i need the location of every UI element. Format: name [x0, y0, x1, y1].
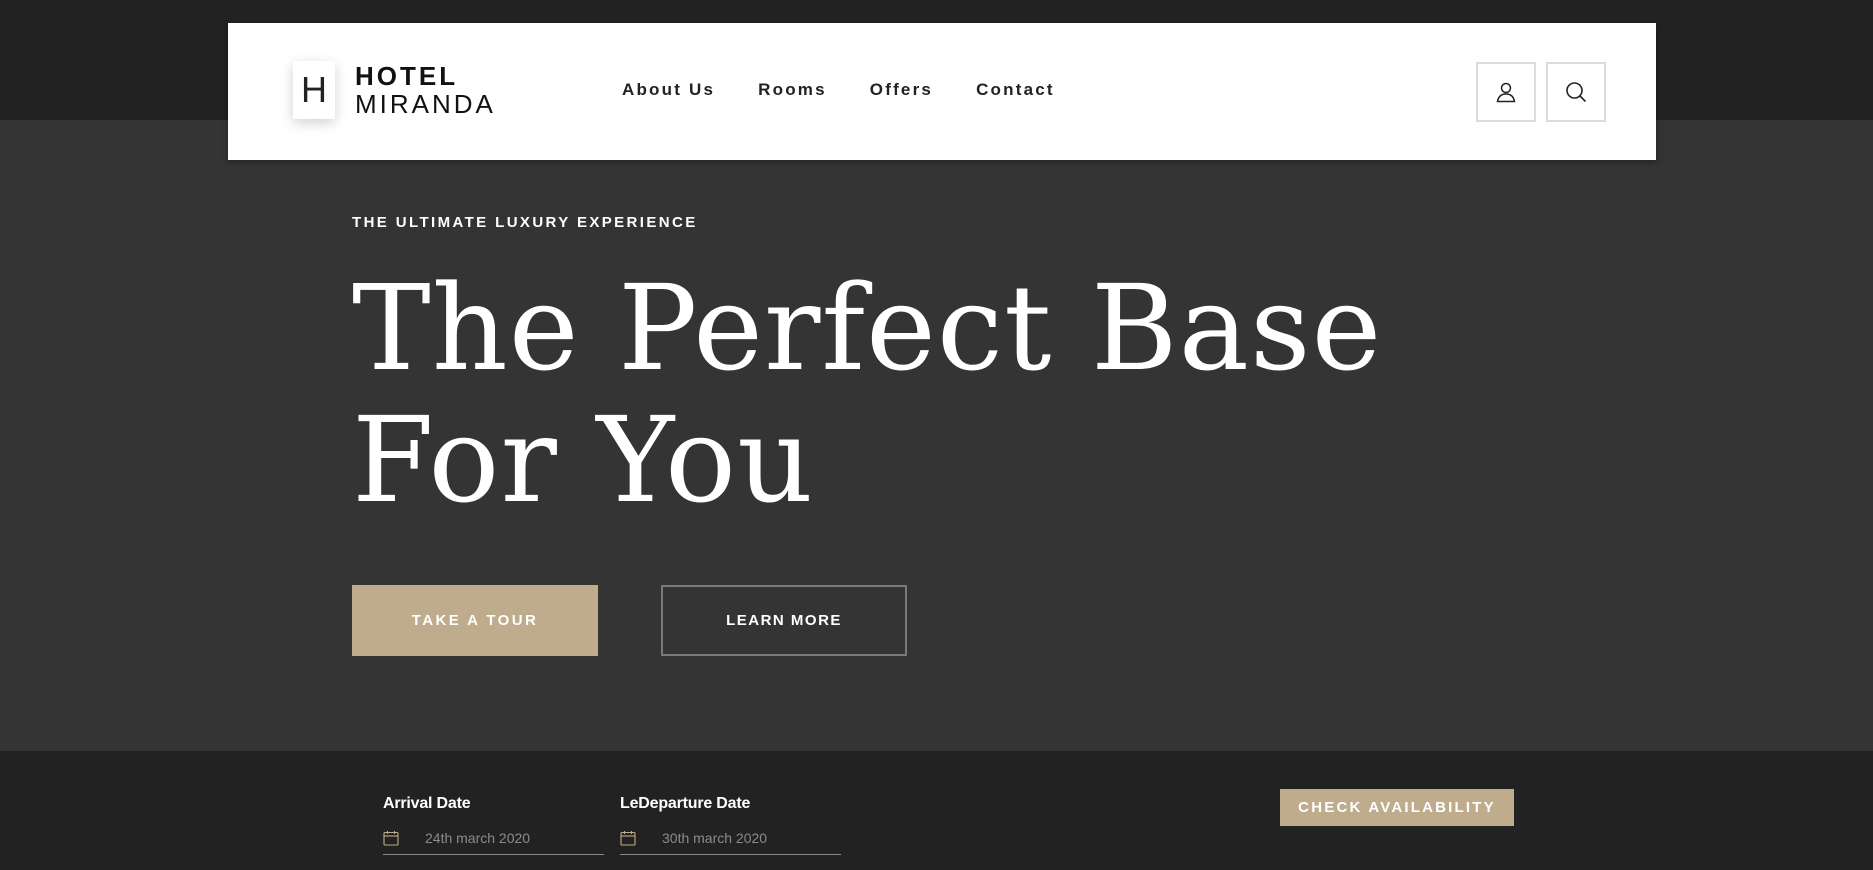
logo-line-miranda: MIRANDA [355, 89, 496, 119]
departure-date-field: LeDeparture Date [620, 795, 841, 855]
main-nav: About Us Rooms Offers Contact [622, 80, 1055, 100]
nav-about-us[interactable]: About Us [622, 80, 715, 100]
calendar-icon [620, 830, 636, 846]
logo-line-hotel: HOTEL [355, 61, 459, 91]
learn-more-button[interactable]: LEARN MORE [661, 585, 907, 656]
departure-date-input[interactable] [662, 829, 822, 846]
arrival-date-input[interactable] [425, 829, 585, 846]
user-icon [1496, 82, 1516, 103]
check-availability-button[interactable]: CHECK AVAILABILITY [1280, 789, 1514, 826]
search-button[interactable] [1546, 62, 1606, 122]
logo-text: HOTEL MIRANDA [355, 62, 496, 118]
hero-eyebrow: THE ULTIMATE LUXURY EXPERIENCE [352, 214, 698, 231]
calendar-icon [383, 830, 399, 846]
site-header: H HOTEL MIRANDA About Us Rooms Offers Co… [228, 23, 1656, 160]
departure-date-label: LeDeparture Date [620, 795, 751, 812]
nav-contact[interactable]: Contact [976, 80, 1055, 100]
nav-offers[interactable]: Offers [870, 80, 933, 100]
hero-title: The Perfect Base For You [352, 259, 1383, 529]
search-icon [1566, 82, 1587, 103]
booking-bar: Arrival Date LeDeparture Date CHECK AVAI… [0, 751, 1873, 870]
take-a-tour-button[interactable]: TAKE A TOUR [352, 585, 598, 656]
arrival-date-label: Arrival Date [383, 795, 471, 812]
nav-rooms[interactable]: Rooms [758, 80, 827, 100]
account-button[interactable] [1476, 62, 1536, 122]
departure-date-input-wrap [620, 827, 841, 855]
logo-mark: H [293, 61, 335, 119]
hotel-logo[interactable]: H HOTEL MIRANDA [293, 61, 496, 119]
arrival-date-input-wrap [383, 827, 604, 855]
arrival-date-field: Arrival Date [383, 795, 604, 855]
